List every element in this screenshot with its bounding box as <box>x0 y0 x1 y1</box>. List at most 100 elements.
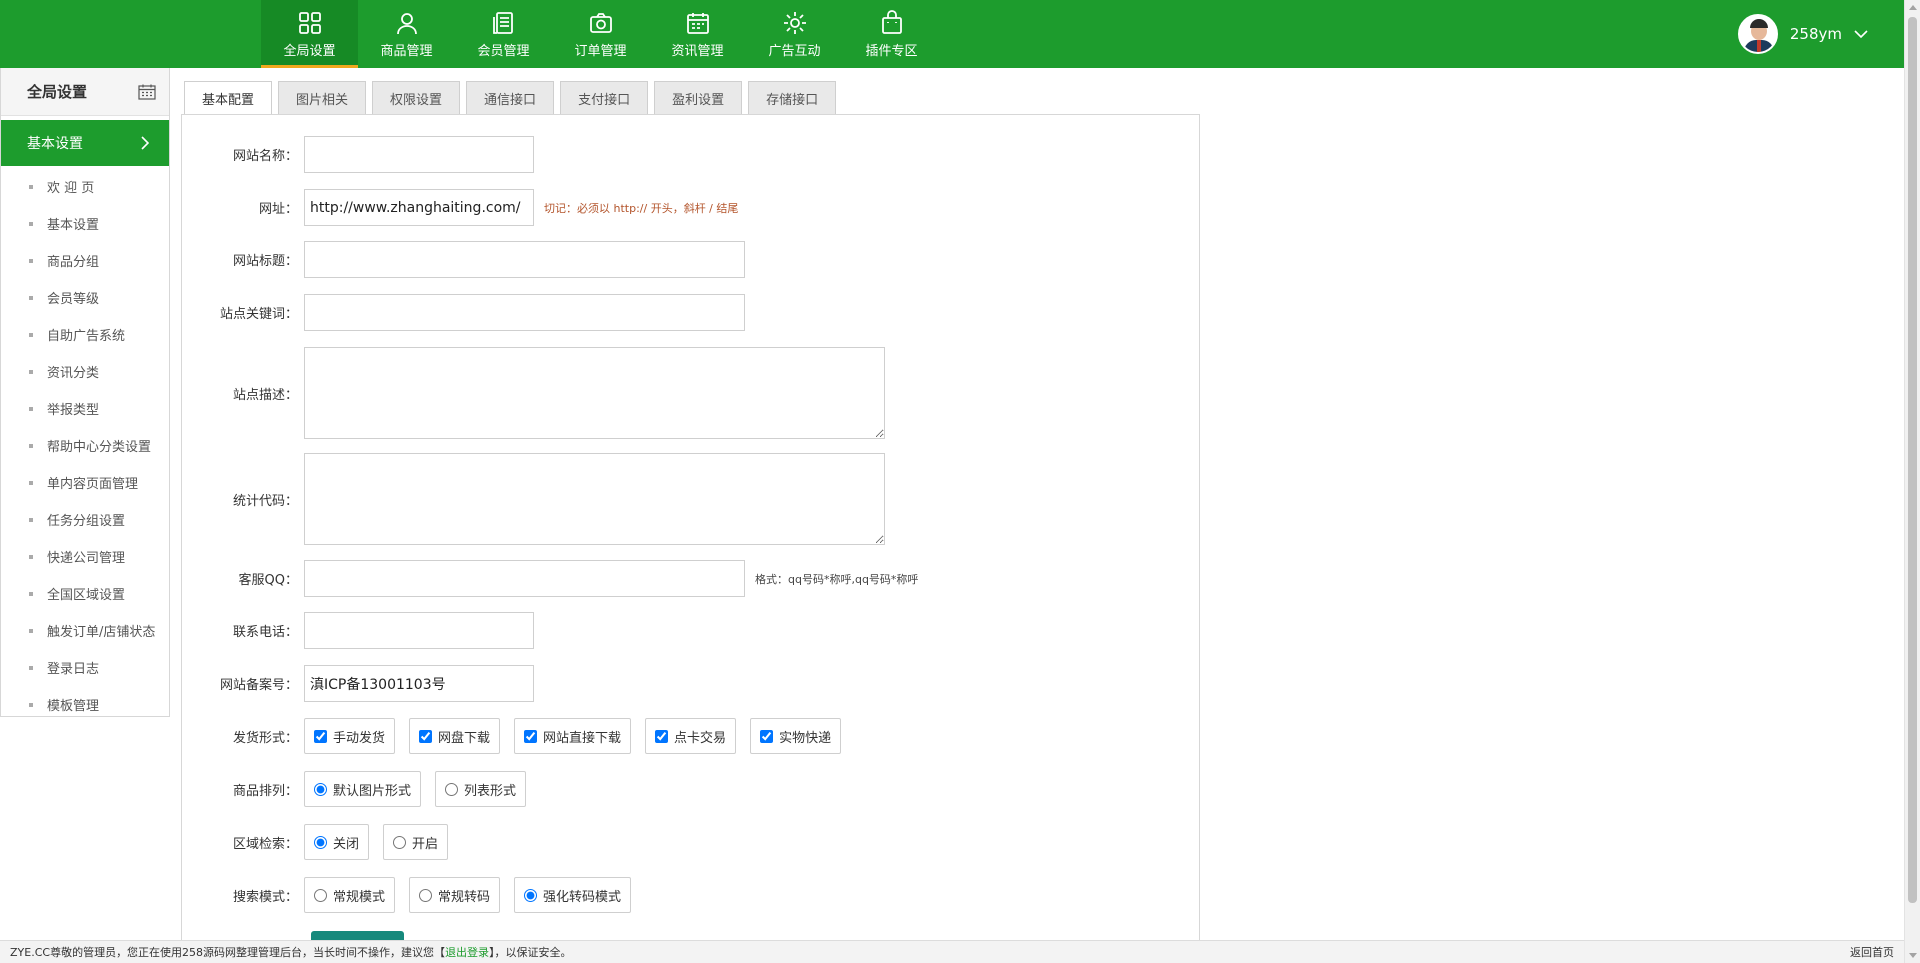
user-menu[interactable]: 258ym <box>1737 14 1868 54</box>
sidebar-group-label: 基本设置 <box>27 136 83 152</box>
nav-news[interactable]: 资讯管理 <box>649 0 746 68</box>
radio[interactable] <box>524 888 538 902</box>
sidebar-item-welcome[interactable]: 欢 迎 页 <box>1 168 169 205</box>
option-label: 常规模式 <box>333 889 386 905</box>
footer-notice: ZYE.CC尊敬的管理员，您正在使用258源码网整理管理后台，当长时间不操作，建… <box>10 944 572 960</box>
sidebar-item-single-page[interactable]: 单内容页面管理 <box>1 464 169 501</box>
nav-label: 全局设置 <box>283 44 336 59</box>
sidebar-item-basic[interactable]: 基本设置 <box>1 205 169 242</box>
search-option-transcode[interactable]: 常规转码 <box>409 877 501 913</box>
tab-storage[interactable]: 存储接口 <box>748 81 837 114</box>
sidebar-item-express[interactable]: 快递公司管理 <box>1 538 169 575</box>
nav-members[interactable]: 会员管理 <box>455 0 552 68</box>
sidebar-item-help-category[interactable]: 帮助中心分类设置 <box>1 427 169 464</box>
radio[interactable] <box>314 835 327 849</box>
tab-images[interactable]: 图片相关 <box>278 81 367 114</box>
description-textarea[interactable] <box>304 347 885 439</box>
row-site-name: 网站名称： <box>182 136 534 173</box>
nav-goods[interactable]: 商品管理 <box>358 0 455 68</box>
nav-label: 广告互动 <box>768 44 821 59</box>
sidebar-item-label: 任务分组设置 <box>47 514 126 529</box>
stats-code-textarea[interactable] <box>304 453 885 545</box>
camera-icon <box>589 13 612 33</box>
nav-ads[interactable]: 广告互动 <box>746 0 843 68</box>
scroll-up-icon[interactable] <box>1909 5 1917 10</box>
chevron-down-icon <box>1854 30 1868 39</box>
delivery-option-express[interactable]: 实物快递 <box>750 718 842 754</box>
sort-option-list[interactable]: 列表形式 <box>435 771 527 807</box>
sidebar-item-report-type[interactable]: 举报类型 <box>1 390 169 427</box>
sort-option-image[interactable]: 默认图片形式 <box>304 771 422 807</box>
sidebar-item-ad-system[interactable]: 自助广告系统 <box>1 316 169 353</box>
phone-input[interactable] <box>304 612 534 649</box>
checkbox[interactable] <box>524 729 538 743</box>
sidebar-item-label: 触发订单/店铺状态 <box>47 625 156 640</box>
sidebar-group-basic[interactable]: 基本设置 <box>1 120 169 166</box>
option-label: 点卡交易 <box>674 730 727 746</box>
bag-icon <box>881 10 902 34</box>
row-phone: 联系电话： <box>182 612 534 649</box>
delivery-option-netdisk[interactable]: 网盘下载 <box>409 718 501 754</box>
keywords-input[interactable] <box>304 294 745 331</box>
top-nav: 全局设置 商品管理 会员管理 订单管理 资讯管理 广告互动 插件专区 <box>261 0 940 68</box>
site-name-input[interactable] <box>304 136 534 173</box>
search-option-enhanced[interactable]: 强化转码模式 <box>514 877 632 913</box>
nav-label: 订单管理 <box>574 44 627 59</box>
nav-global-settings[interactable]: 全局设置 <box>261 0 358 68</box>
nav-orders[interactable]: 订单管理 <box>552 0 649 68</box>
tab-permissions[interactable]: 权限设置 <box>372 81 461 114</box>
option-label: 常规转码 <box>438 889 491 905</box>
row-icp: 网站备案号： <box>182 665 534 702</box>
delivery-option-direct-download[interactable]: 网站直接下载 <box>514 718 632 754</box>
radio[interactable] <box>445 782 459 796</box>
checkbox[interactable] <box>760 729 774 743</box>
row-url: 网址： 切记：必须以 http:// 开头，斜杆 / 结尾 <box>182 189 738 226</box>
icp-input[interactable] <box>304 665 534 702</box>
tab-profit[interactable]: 盈利设置 <box>654 81 743 114</box>
sidebar-item-goods-group[interactable]: 商品分组 <box>1 242 169 279</box>
sidebar-item-template[interactable]: 模板管理 <box>1 686 169 723</box>
logout-link[interactable]: 退出登录 <box>445 946 489 959</box>
sidebar-item-news-category[interactable]: 资讯分类 <box>1 353 169 390</box>
checkbox[interactable] <box>314 729 327 743</box>
checkbox[interactable] <box>419 729 433 743</box>
delivery-option-card[interactable]: 点卡交易 <box>645 718 737 754</box>
nav-label: 插件专区 <box>865 44 918 59</box>
url-input[interactable] <box>304 189 534 226</box>
tab-communication[interactable]: 通信接口 <box>466 81 555 114</box>
sidebar-item-label: 登录日志 <box>47 662 100 677</box>
tab-payment[interactable]: 支付接口 <box>560 81 649 114</box>
option-label: 强化转码模式 <box>543 889 622 905</box>
search-option-normal[interactable]: 常规模式 <box>304 877 396 913</box>
nav-label: 商品管理 <box>380 44 433 59</box>
radio[interactable] <box>314 888 327 902</box>
page-scrollbar[interactable] <box>1904 0 1920 963</box>
tab-basic-config[interactable]: 基本配置 <box>184 81 273 115</box>
sidebar: 全局设置 基本设置 欢 迎 页 基本设置 商品分组 会员等级 自助广告系统 资讯… <box>0 68 170 717</box>
region-option-off[interactable]: 关闭 <box>304 824 370 860</box>
row-search-mode: 搜索模式： 常规模式 常规转码 强化转码模式 <box>182 877 645 913</box>
sidebar-item-task-group[interactable]: 任务分组设置 <box>1 501 169 538</box>
scroll-down-icon[interactable] <box>1909 953 1917 958</box>
qq-input[interactable] <box>304 560 745 597</box>
checkbox[interactable] <box>655 729 669 743</box>
radio[interactable] <box>314 782 327 796</box>
home-link[interactable]: 返回首页 <box>1850 944 1894 960</box>
sidebar-item-region[interactable]: 全国区域设置 <box>1 575 169 612</box>
scroll-thumb[interactable] <box>1908 17 1917 903</box>
nav-label: 会员管理 <box>477 44 530 59</box>
radio[interactable] <box>419 888 433 902</box>
site-title-input[interactable] <box>304 241 745 278</box>
nav-plugins[interactable]: 插件专区 <box>843 0 940 68</box>
sidebar-item-label: 举报类型 <box>47 403 100 418</box>
region-option-on[interactable]: 开启 <box>383 824 449 860</box>
sidebar-item-trigger-status[interactable]: 触发订单/店铺状态 <box>1 612 169 649</box>
calendar-icon[interactable] <box>138 84 156 100</box>
sidebar-item-login-log[interactable]: 登录日志 <box>1 649 169 686</box>
sidebar-item-member-level[interactable]: 会员等级 <box>1 279 169 316</box>
keywords-label: 站点关键词： <box>219 307 298 322</box>
radio[interactable] <box>393 835 407 849</box>
delivery-option-manual[interactable]: 手动发货 <box>304 718 396 754</box>
calendar-icon <box>686 13 709 34</box>
gear-icon <box>783 12 806 34</box>
